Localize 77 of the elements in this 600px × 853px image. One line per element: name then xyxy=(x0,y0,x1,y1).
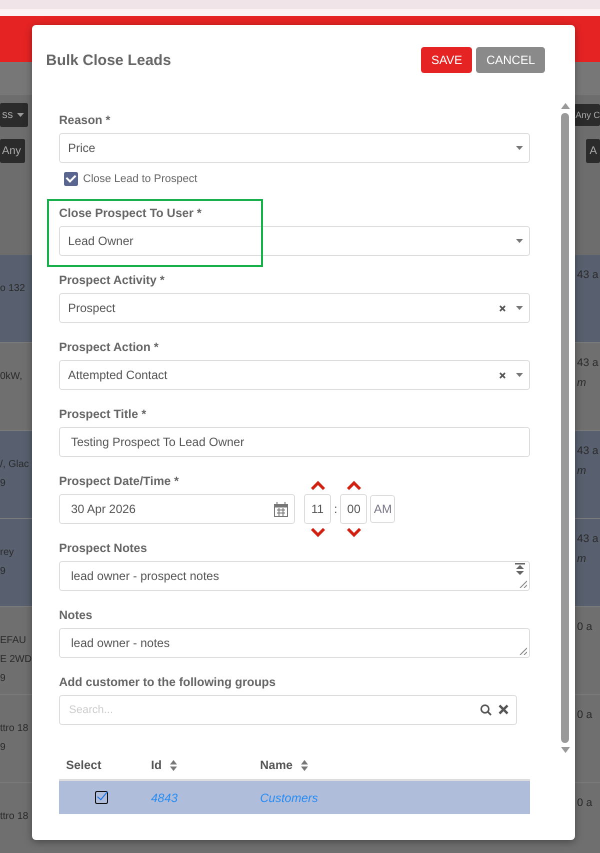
caret-icon xyxy=(516,306,523,310)
clear-icon[interactable] xyxy=(499,372,506,378)
field-label: Prospect Action * xyxy=(59,340,159,354)
notes-textarea[interactable]: lead owner - notes xyxy=(59,628,530,658)
table-cell-text: o 132 xyxy=(0,283,26,294)
dialog-title: Bulk Close Leads xyxy=(46,52,172,68)
field-label: Prospect Title * xyxy=(59,407,146,421)
resize-grip-icon[interactable] xyxy=(519,647,527,655)
select-field[interactable]: Price xyxy=(59,133,530,163)
table-cell-text: m xyxy=(577,465,586,477)
caret-icon xyxy=(516,239,523,243)
field-label: Prospect Notes xyxy=(59,541,148,555)
table-cell-text: 43 a xyxy=(577,445,598,457)
table-cell-text: 9 xyxy=(0,478,6,489)
filter-dropdown[interactable]: Any xyxy=(0,139,25,163)
filter-dropdown[interactable]: A xyxy=(586,139,600,163)
chevron-down-icon[interactable] xyxy=(346,528,362,537)
clear-icon[interactable] xyxy=(499,304,506,312)
scroll-down-icon[interactable] xyxy=(560,747,570,753)
save-button[interactable]: SAVE xyxy=(421,47,472,73)
calendar-icon xyxy=(274,502,288,516)
time-separator: : xyxy=(334,502,338,516)
table-cell-text: /, Glac xyxy=(0,459,29,470)
chevron-up-icon[interactable] xyxy=(310,481,326,490)
select-field[interactable]: Attempted Contact xyxy=(59,360,530,390)
table-cell-text: 0 a xyxy=(577,709,592,721)
table-cell-text: m xyxy=(577,377,586,389)
notes-textarea[interactable]: lead owner - prospect notes xyxy=(59,561,530,591)
select-field[interactable]: Prospect xyxy=(59,293,530,323)
field-label: Prospect Activity * xyxy=(59,273,165,287)
scrollbar-thumb[interactable] xyxy=(561,113,569,743)
caret-icon xyxy=(516,373,523,377)
table-cell-text: EFAU xyxy=(0,635,26,646)
date-input[interactable]: 30 Apr 2026 xyxy=(59,494,295,524)
minute-input[interactable]: 00 xyxy=(340,494,368,524)
column-header[interactable]: Name xyxy=(260,758,293,772)
search-icon[interactable] xyxy=(480,704,492,716)
field-label: Close Prospect To User * xyxy=(59,206,202,220)
table-cell-text: rey xyxy=(0,547,14,558)
table-cell-text: 0kW, xyxy=(0,371,22,382)
resize-grip-icon[interactable] xyxy=(519,580,527,588)
field-label: Add customer to the following groups xyxy=(59,675,276,689)
select-field[interactable]: Lead Owner xyxy=(59,226,530,256)
filter-dropdown[interactable]: ss xyxy=(0,103,28,127)
hour-input[interactable]: 11 xyxy=(304,494,331,524)
sort-icon[interactable] xyxy=(300,760,308,770)
chevron-down-icon[interactable] xyxy=(310,528,326,537)
field-label: Reason * xyxy=(59,113,110,127)
close-icon[interactable] xyxy=(498,704,509,715)
field-label: Notes xyxy=(59,608,92,622)
row-checkbox[interactable] xyxy=(95,791,108,804)
table-cell-text: ttro 18 xyxy=(0,723,28,734)
checkbox-label: Close Lead to Prospect xyxy=(83,173,198,185)
title-input[interactable]: Testing Prospect To Lead Owner xyxy=(59,427,530,457)
table-cell-text: 43 a xyxy=(577,533,598,545)
sort-icon[interactable] xyxy=(170,760,177,770)
column-header[interactable]: Select xyxy=(66,758,102,772)
field-label: Prospect Date/Time * xyxy=(59,474,179,488)
table-cell-text: 43 a xyxy=(577,357,598,369)
chevron-up-icon[interactable] xyxy=(346,481,362,490)
table-cell-text: 9 xyxy=(0,742,6,753)
table-cell-text: 9 xyxy=(0,566,6,577)
table-cell-text: ttro 18 xyxy=(0,811,28,822)
table-cell-text: E 2WD xyxy=(0,654,32,665)
table-cell-text: 0 a xyxy=(577,797,592,809)
column-header[interactable]: Id xyxy=(151,758,162,772)
caret-icon xyxy=(516,146,523,150)
scroll-up-icon[interactable] xyxy=(560,103,570,109)
table-cell-text: 43 a xyxy=(577,269,598,281)
caret-icon xyxy=(17,113,24,117)
table-cell-text: 0 a xyxy=(577,621,592,633)
checkbox[interactable] xyxy=(64,172,78,186)
filter-dropdown[interactable]: Any C xyxy=(574,104,600,126)
am-pm-button[interactable]: AM xyxy=(370,495,396,523)
table-cell-text: m xyxy=(577,553,586,565)
spinner-icon[interactable] xyxy=(515,563,525,577)
table-cell-text: 9 xyxy=(0,673,6,684)
